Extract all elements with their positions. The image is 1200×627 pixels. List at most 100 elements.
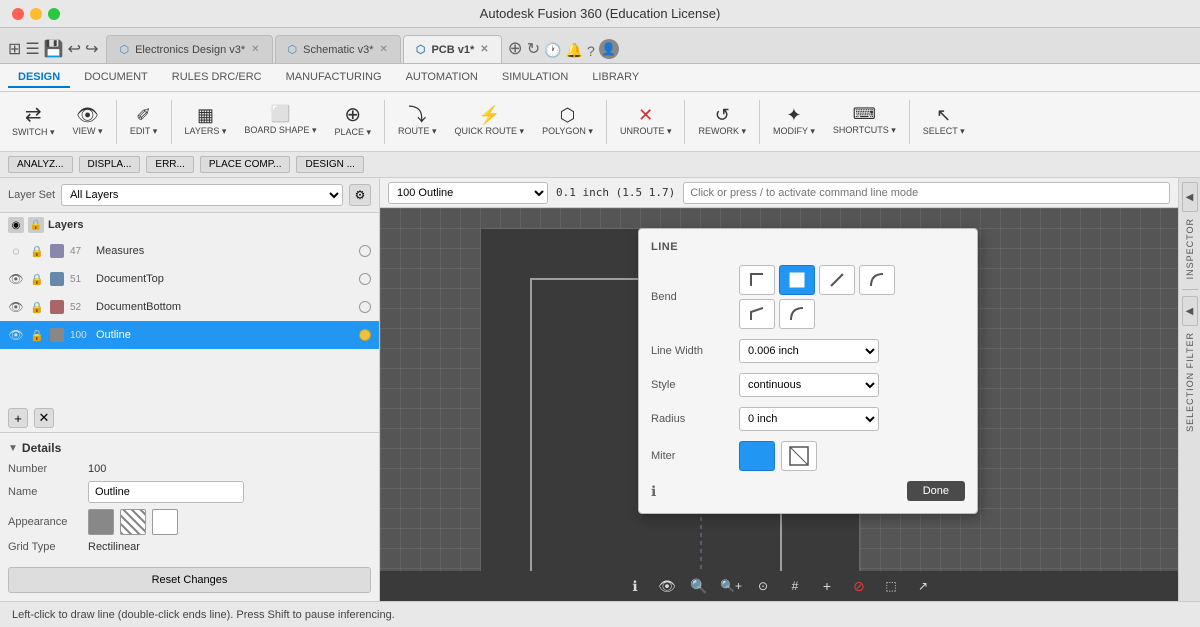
tab-schematic-close[interactable]: ✕: [379, 44, 387, 55]
vis-47[interactable]: ◌: [8, 244, 24, 258]
notification-icon[interactable]: 🔔: [566, 42, 583, 59]
select-btn[interactable]: ↖ SELECT ▾: [915, 95, 973, 149]
minimize-button[interactable]: [30, 8, 42, 20]
redo-icon[interactable]: ↪: [85, 39, 98, 59]
remove-layer-btn[interactable]: ✕: [34, 408, 54, 428]
tab-pcb[interactable]: ⬡ PCB v1* ✕: [403, 35, 502, 63]
miter-btn-2[interactable]: [781, 441, 817, 471]
bend-btn-1[interactable]: [739, 265, 775, 295]
tab-electronics-close[interactable]: ✕: [251, 44, 259, 55]
errors-btn[interactable]: ERR...: [146, 156, 193, 173]
undo-icon[interactable]: ↩: [68, 39, 81, 59]
toolbar-tab-automation[interactable]: AUTOMATION: [396, 68, 488, 88]
switch-btn[interactable]: ⇄ SWITCH ▾: [4, 95, 63, 149]
bend-btn-5[interactable]: [739, 299, 775, 329]
bend-btn-3[interactable]: [819, 265, 855, 295]
details-header[interactable]: ▼ Details: [8, 441, 371, 455]
appearance-outline[interactable]: [152, 509, 178, 535]
lock-all-icon[interactable]: 🔒: [28, 217, 44, 233]
layer-row-51[interactable]: 👁 🔒 51 DocumentTop: [0, 265, 379, 293]
active-100[interactable]: [359, 329, 371, 341]
select-box-icon[interactable]: ⬚: [879, 574, 903, 598]
line-width-select[interactable]: 0.006 inch: [739, 339, 879, 363]
layers-btn[interactable]: ▦ LAYERS ▾: [177, 95, 235, 149]
layer-row-100[interactable]: 👁 🔒 100 Outline: [0, 321, 379, 349]
hide-all-icon[interactable]: ◉: [8, 217, 24, 233]
info-icon[interactable]: ℹ: [651, 483, 656, 500]
analyze-btn[interactable]: ANALYZ...: [8, 156, 73, 173]
display-btn[interactable]: DISPLA...: [79, 156, 141, 173]
maximize-button[interactable]: [48, 8, 60, 20]
save-icon[interactable]: 💾: [44, 39, 64, 59]
bend-btn-4[interactable]: [859, 265, 895, 295]
refresh-icon[interactable]: ↻: [527, 39, 540, 59]
lock-100[interactable]: 🔒: [30, 329, 44, 342]
new-tab-icon[interactable]: ⊞: [8, 39, 21, 59]
toolbar-tab-design[interactable]: DESIGN: [8, 68, 70, 88]
lock-47[interactable]: 🔒: [30, 245, 44, 258]
view-btn[interactable]: 👁 VIEW ▾: [65, 95, 111, 149]
layer-set-gear[interactable]: ⚙: [349, 184, 371, 206]
board-shape-btn[interactable]: ⬜ BOARD SHAPE ▾: [236, 95, 324, 149]
vis-52[interactable]: 👁: [8, 300, 24, 314]
tab-electronics[interactable]: ⬡ Electronics Design v3* ✕: [106, 35, 272, 63]
style-select[interactable]: continuous: [739, 373, 879, 397]
inspector-label[interactable]: INSPECTOR: [1183, 214, 1197, 283]
place-btn[interactable]: ⊕ PLACE ▾: [326, 95, 379, 149]
selection-filter-label[interactable]: SELECTION FILTER: [1183, 328, 1197, 436]
collapse-left-1[interactable]: ◀: [1182, 182, 1198, 212]
appearance-solid[interactable]: [88, 509, 114, 535]
add-icon[interactable]: +: [815, 574, 839, 598]
collapse-left-2[interactable]: ◀: [1182, 296, 1198, 326]
help-icon[interactable]: ?: [587, 43, 595, 59]
reset-changes-btn[interactable]: Reset Changes: [8, 567, 371, 593]
done-btn[interactable]: Done: [907, 481, 965, 501]
route-icon[interactable]: ↗: [911, 574, 935, 598]
canvas[interactable]: LINE Bend: [380, 208, 1178, 571]
tab-schematic[interactable]: ⬡ Schematic v3* ✕: [275, 35, 401, 63]
bend-btn-6[interactable]: [779, 299, 815, 329]
zoom-out-icon[interactable]: 🔍: [687, 574, 711, 598]
layer-row-47[interactable]: ◌ 🔒 47 Measures: [0, 237, 379, 265]
toolbar-tab-rules[interactable]: RULES DRC/ERC: [162, 68, 272, 88]
menu-icon[interactable]: ☰: [25, 39, 39, 59]
clock-icon[interactable]: 🕐: [544, 42, 561, 59]
canvas-layer-select[interactable]: 100 Outline: [388, 182, 548, 204]
toolbar-tab-library[interactable]: LIBRARY: [582, 68, 649, 88]
layer-set-select[interactable]: All Layers: [61, 184, 343, 206]
unroute-btn[interactable]: ✕ UNROUTE ▾: [612, 95, 680, 149]
quick-route-btn[interactable]: ⚡ QUICK ROUTE ▾: [447, 95, 533, 149]
modify-btn[interactable]: ✦ MODIFY ▾: [765, 95, 823, 149]
place-comp-btn[interactable]: PLACE COMP...: [200, 156, 291, 173]
shortcuts-btn[interactable]: ⌨ SHORTCUTS ▾: [825, 95, 904, 149]
route-btn[interactable]: ⤵ ROUTE ▾: [390, 95, 445, 149]
toolbar-tab-document[interactable]: DOCUMENT: [74, 68, 158, 88]
active-47[interactable]: [359, 245, 371, 257]
toolbar-tab-simulation[interactable]: SIMULATION: [492, 68, 578, 88]
stop-icon[interactable]: ⊘: [847, 574, 871, 598]
grid-icon[interactable]: #: [783, 574, 807, 598]
name-input[interactable]: [88, 481, 244, 503]
close-button[interactable]: [12, 8, 24, 20]
layer-row-52[interactable]: 👁 🔒 52 DocumentBottom: [0, 293, 379, 321]
tab-pcb-close[interactable]: ✕: [480, 44, 488, 55]
vis-100[interactable]: 👁: [8, 328, 24, 342]
miter-btn-1[interactable]: [739, 441, 775, 471]
lock-52[interactable]: 🔒: [30, 301, 44, 314]
show-layers-icon[interactable]: 👁: [655, 574, 679, 598]
active-51[interactable]: [359, 273, 371, 285]
vis-51[interactable]: 👁: [8, 272, 24, 286]
edit-btn[interactable]: ✐ EDIT ▾: [122, 95, 166, 149]
polygon-btn[interactable]: ⬡ POLYGON ▾: [534, 95, 601, 149]
zoom-in-icon[interactable]: 🔍+: [719, 574, 743, 598]
cmd-input[interactable]: [683, 182, 1170, 204]
appearance-hatch[interactable]: [120, 509, 146, 535]
user-avatar[interactable]: 👤: [599, 39, 619, 59]
rework-btn[interactable]: ↺ REWORK ▾: [690, 95, 754, 149]
info-bottom-icon[interactable]: ℹ: [623, 574, 647, 598]
zoom-fit-icon[interactable]: ⊙: [751, 574, 775, 598]
radius-select[interactable]: 0 inch: [739, 407, 879, 431]
bend-btn-2[interactable]: [779, 265, 815, 295]
toolbar-tab-manufacturing[interactable]: MANUFACTURING: [276, 68, 392, 88]
add-layer-btn[interactable]: +: [8, 408, 28, 428]
